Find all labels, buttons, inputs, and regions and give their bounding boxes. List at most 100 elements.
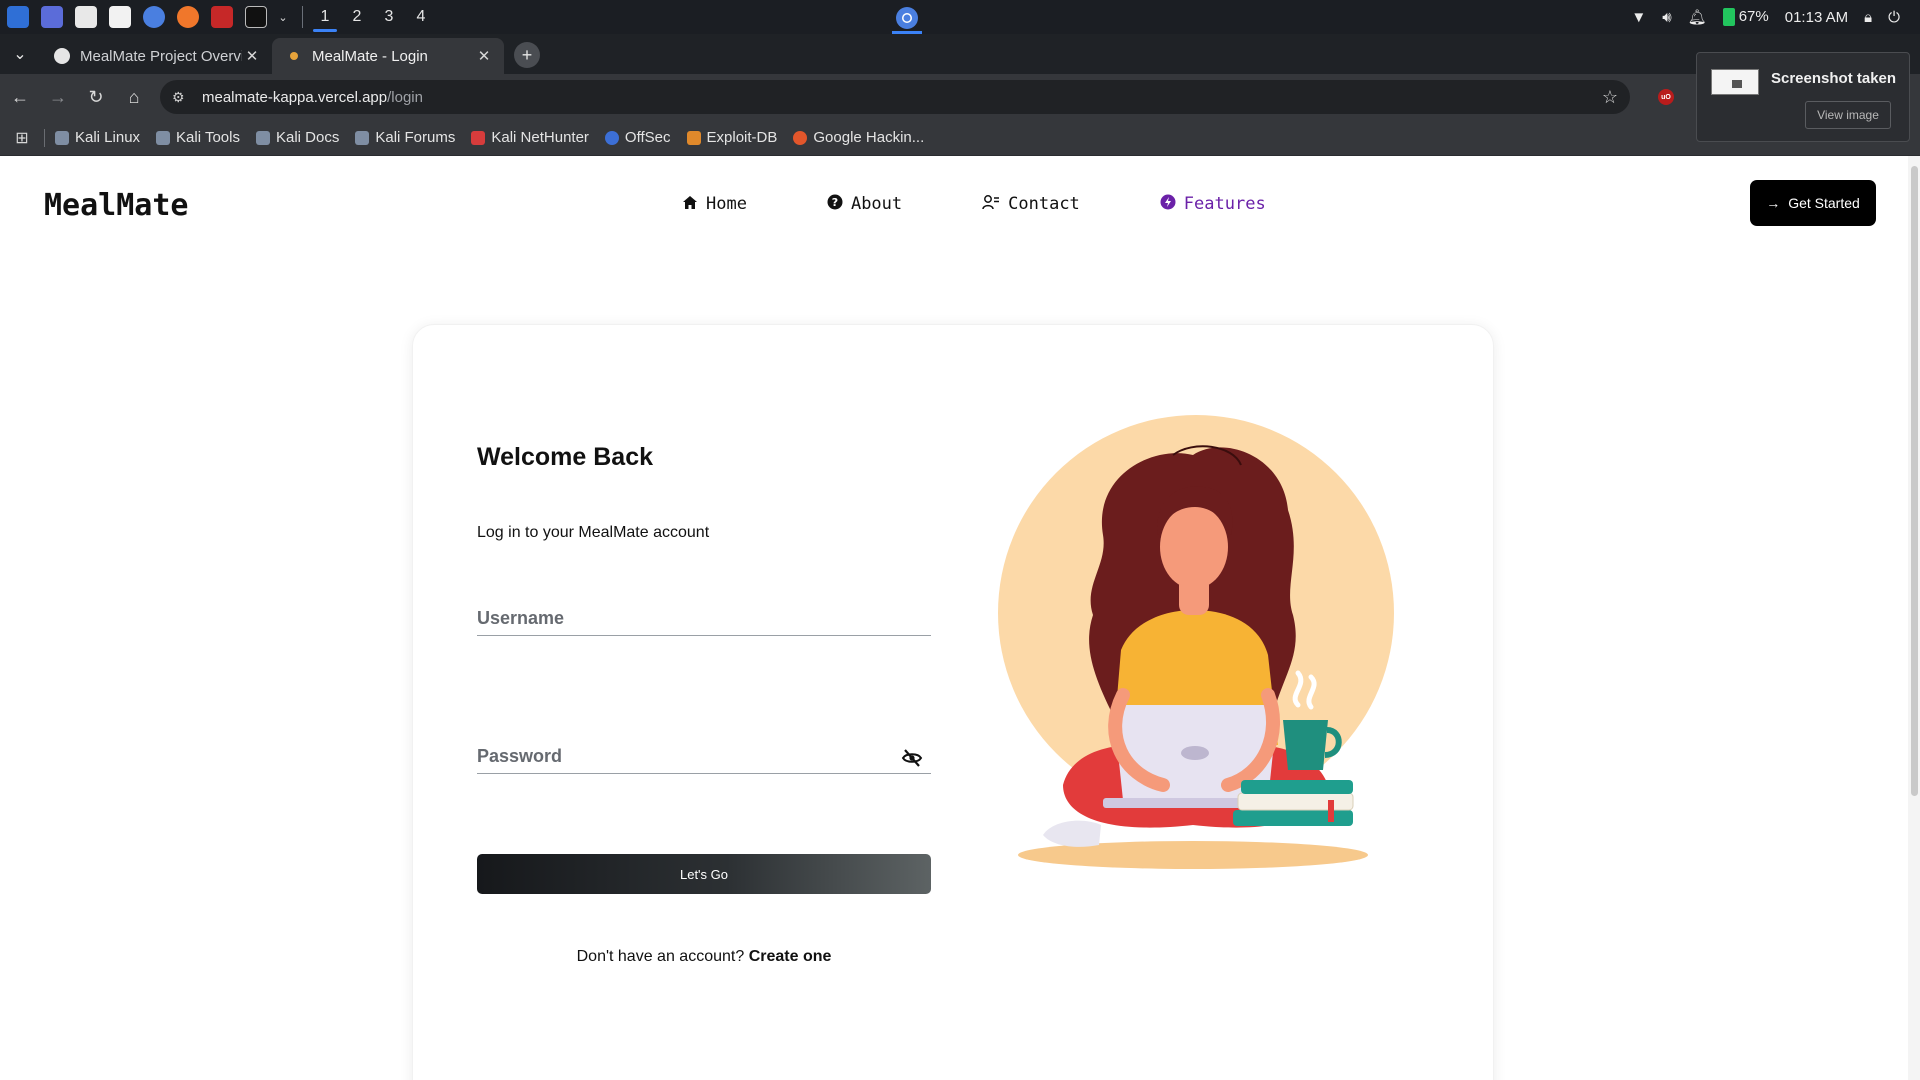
- chromium-icon[interactable]: [140, 3, 168, 31]
- nav-label: Home: [706, 194, 747, 214]
- workspace-4[interactable]: 4: [405, 0, 437, 34]
- volume-icon[interactable]: 🔊︎: [1662, 9, 1671, 26]
- back-arrow-icon[interactable]: ←: [2, 79, 38, 115]
- features-icon: [1160, 194, 1176, 214]
- bookmark-label: Kali Tools: [176, 129, 240, 146]
- workspace-2[interactable]: 2: [341, 0, 373, 34]
- taskbar-separator: [302, 6, 303, 28]
- arrow-right-icon: →: [1766, 195, 1781, 211]
- forward-arrow-icon[interactable]: →: [40, 79, 76, 115]
- browser-toolbar: ← → ↻ ⌂ ⚙ mealmate-kappa.vercel.app/logi…: [0, 74, 1920, 120]
- kali-dragon-icon: [255, 130, 270, 145]
- tab-search-chevron-icon[interactable]: ⌄: [0, 34, 40, 74]
- github-favicon-icon: [54, 48, 70, 64]
- bookmark-kali-forums[interactable]: Kali Forums: [355, 129, 455, 146]
- lets-go-button[interactable]: Let's Go: [477, 854, 931, 894]
- workspace-1[interactable]: 1: [309, 0, 341, 34]
- address-host: mealmate-kappa.vercel.app: [202, 88, 388, 106]
- nav-features[interactable]: Features: [1160, 194, 1266, 214]
- kali-dragon-icon: [55, 130, 69, 145]
- address-bar[interactable]: ⚙ mealmate-kappa.vercel.app/login ☆: [160, 80, 1630, 114]
- login-form: Welcome Back Log in to your MealMate acc…: [477, 443, 931, 966]
- view-image-button[interactable]: View image: [1805, 101, 1891, 129]
- power-icon[interactable]: ⏻: [1888, 9, 1900, 26]
- home-button-icon[interactable]: ⌂: [116, 79, 152, 115]
- bookmark-label: Kali Docs: [275, 129, 340, 146]
- home-icon: [682, 195, 698, 214]
- bookmark-offsec[interactable]: OffSec: [604, 129, 671, 146]
- close-tab-icon[interactable]: ✕: [474, 47, 494, 65]
- screenshot-notification[interactable]: Screenshot taken View image: [1696, 52, 1910, 142]
- offsec-icon: [604, 130, 619, 145]
- bookmark-label: Kali NetHunter: [491, 129, 589, 146]
- terminal-icon[interactable]: [242, 3, 270, 31]
- screen: ⌄ 1 2 3 4 ▼ 🔊︎ 🔔︎ 67% 01:13 AM 🔒︎ ⏻ ⌄ Me…: [0, 0, 1920, 1080]
- wifi-icon[interactable]: ▼: [1631, 9, 1646, 26]
- chevron-down-icon[interactable]: ⌄: [276, 3, 290, 31]
- ublock-extension-icon[interactable]: uO: [1658, 89, 1674, 105]
- kali-menu-icon[interactable]: [4, 3, 32, 31]
- nethunter-icon: [471, 130, 486, 145]
- battery-indicator[interactable]: 67%: [1722, 7, 1769, 27]
- notification-title: Screenshot taken: [1771, 70, 1897, 87]
- site-nav: Home ? About Contact Features: [682, 194, 1266, 214]
- battery-percent: 67%: [1738, 7, 1769, 25]
- tab-mealmate-overview[interactable]: MealMate Project Overvi ✕: [40, 38, 272, 74]
- firefox-icon[interactable]: [174, 3, 202, 31]
- close-tab-icon[interactable]: ✕: [242, 47, 262, 65]
- workspace-3[interactable]: 3: [373, 0, 405, 34]
- bookmark-kali-docs[interactable]: Kali Docs: [255, 129, 340, 146]
- mealmate-favicon-icon: [290, 52, 298, 60]
- bookmark-kali-nethunter[interactable]: Kali NetHunter: [471, 129, 589, 146]
- text-editor-icon[interactable]: [106, 3, 134, 31]
- browser-tab-strip: ⌄ MealMate Project Overvi ✕ MealMate - L…: [0, 34, 1920, 74]
- bookmark-label: Kali Linux: [75, 129, 141, 146]
- bookmark-google-hacking[interactable]: Google Hackin...: [793, 129, 924, 146]
- signup-prompt-text: Don't have an account?: [576, 948, 745, 965]
- get-started-button[interactable]: → Get Started: [1750, 180, 1876, 226]
- clock[interactable]: 01:13 AM: [1785, 9, 1848, 26]
- tab-mealmate-login[interactable]: MealMate - Login ✕: [272, 38, 504, 74]
- bookmark-label: Exploit-DB: [706, 129, 778, 146]
- svg-text:?: ?: [832, 196, 838, 209]
- contact-icon: [982, 194, 1000, 214]
- lock-icon[interactable]: 🔒︎: [1864, 9, 1872, 26]
- username-placeholder: Username: [477, 608, 565, 628]
- nav-label: Features: [1183, 194, 1266, 214]
- login-subtitle: Log in to your MealMate account: [477, 524, 710, 541]
- bookmark-label: Kali Forums: [375, 129, 456, 146]
- site-info-icon[interactable]: ⚙: [172, 89, 190, 106]
- bookmark-kali-tools[interactable]: Kali Tools: [156, 129, 240, 146]
- eye-slash-icon[interactable]: [901, 748, 923, 768]
- os-taskbar: ⌄ 1 2 3 4 ▼ 🔊︎ 🔔︎ 67% 01:13 AM 🔒︎ ⏻: [0, 0, 1920, 34]
- file-manager-icon[interactable]: [72, 3, 100, 31]
- site-logo[interactable]: MealMate: [44, 188, 189, 223]
- nav-home[interactable]: Home: [682, 194, 747, 214]
- nav-about[interactable]: ? About: [827, 194, 902, 214]
- scrollbar-thumb[interactable]: [1911, 166, 1918, 796]
- active-window-chromium-icon[interactable]: [890, 2, 924, 34]
- page-scrollbar[interactable]: [1908, 156, 1920, 1080]
- bookmark-label: OffSec: [624, 129, 671, 146]
- bell-icon[interactable]: 🔔︎: [1688, 8, 1707, 26]
- bookmark-exploit-db[interactable]: Exploit-DB: [686, 129, 778, 146]
- bookmark-star-icon[interactable]: ☆: [1602, 87, 1618, 108]
- exploit-db-icon: [686, 130, 701, 145]
- google-hacking-icon: [793, 130, 808, 145]
- burp-icon[interactable]: [208, 3, 236, 31]
- username-input[interactable]: Username: [477, 608, 931, 636]
- apps-grid-icon[interactable]: ⊞: [0, 128, 44, 148]
- new-tab-plus-icon[interactable]: +: [514, 42, 540, 68]
- login-card: Welcome Back Log in to your MealMate acc…: [412, 324, 1494, 1080]
- get-started-label: Get Started: [1788, 195, 1860, 211]
- nav-label: About: [850, 194, 903, 214]
- desktop-icon[interactable]: [38, 3, 66, 31]
- password-input[interactable]: Password: [477, 746, 931, 774]
- kali-dragon-icon: [156, 130, 171, 145]
- reload-icon[interactable]: ↻: [78, 79, 114, 115]
- nav-contact[interactable]: Contact: [982, 194, 1080, 214]
- create-account-link[interactable]: Create one: [749, 948, 832, 965]
- password-placeholder: Password: [477, 746, 563, 766]
- site-header: MealMate Home ? About Contact Features →…: [0, 156, 1908, 248]
- bookmark-kali-linux[interactable]: Kali Linux: [55, 129, 140, 146]
